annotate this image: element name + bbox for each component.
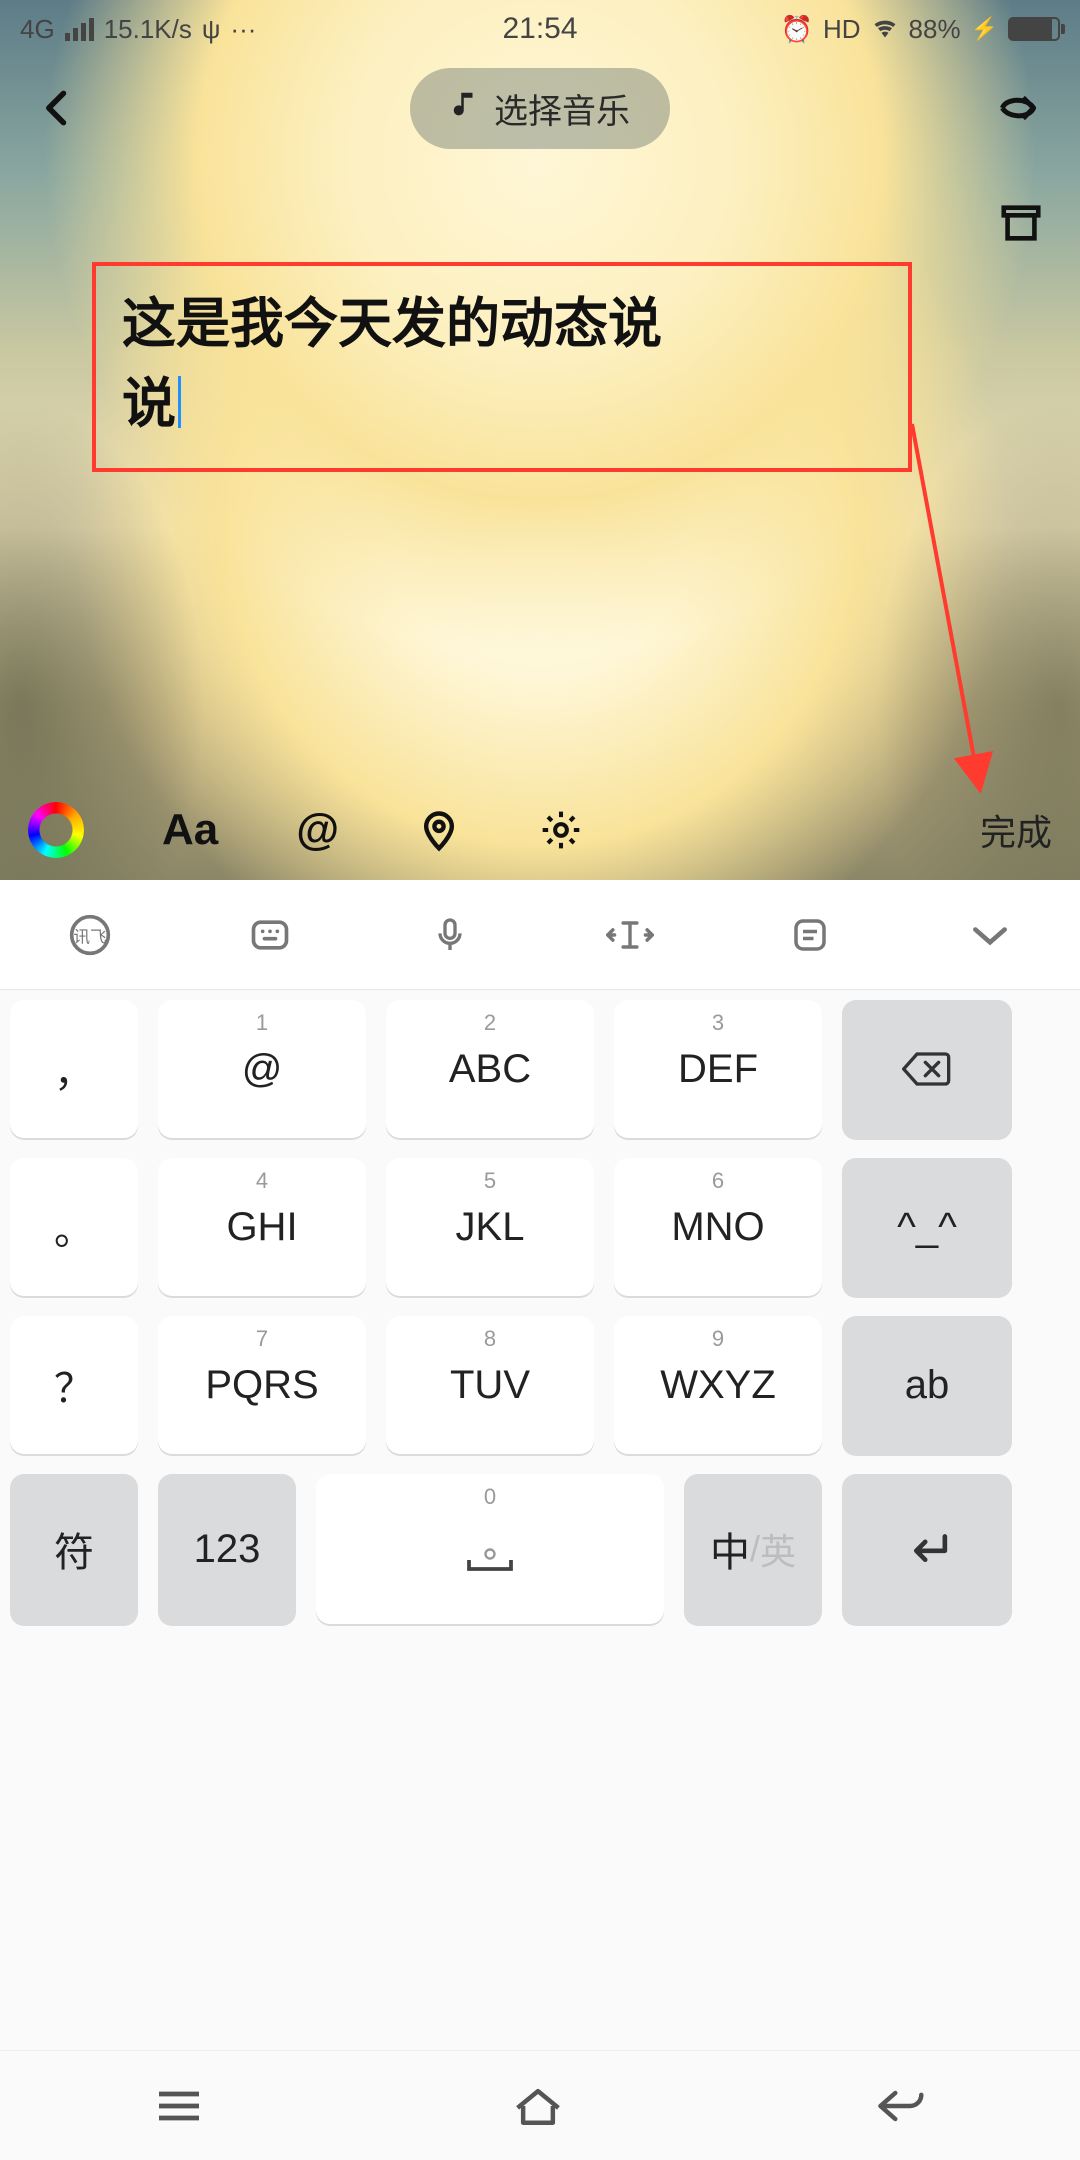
ime-keyboard: 讯飞 ， 1@ 2ABC 3DEF <box>0 880 1080 2050</box>
key-5-jkl[interactable]: 5JKL <box>386 1158 594 1296</box>
share-button[interactable] <box>994 83 1044 133</box>
post-text-input[interactable]: 这是我今天发的动态说 说 <box>92 262 912 472</box>
ime-logo-button[interactable]: 讯飞 <box>62 907 118 963</box>
collapse-keyboard-button[interactable] <box>962 907 1018 963</box>
key-8-tuv[interactable]: 8TUV <box>386 1316 594 1454</box>
post-text-line1: 这是我今天发的动态说 <box>122 284 882 364</box>
done-button[interactable]: 完成 <box>980 804 1052 856</box>
back-button[interactable] <box>36 86 80 130</box>
key-comma[interactable]: ， <box>10 1000 138 1138</box>
keyboard-layout-button[interactable] <box>242 907 298 963</box>
key-numbers[interactable]: 123 <box>158 1474 296 1624</box>
nav-recent-button[interactable] <box>155 2086 203 2126</box>
key-6-mno[interactable]: 6MNO <box>614 1158 822 1296</box>
post-text-line2: 说 <box>122 374 176 434</box>
network-type: 4G <box>20 14 55 45</box>
battery-icon <box>1008 17 1060 41</box>
post-editor: 4G 15.1K/s ψ ··· 21:54 ⏰ HD 88% ⚡ <box>0 0 1080 880</box>
color-picker-button[interactable] <box>28 802 84 858</box>
clipboard-button[interactable] <box>782 907 838 963</box>
key-symbols[interactable]: 符 <box>10 1474 138 1624</box>
nav-back-button[interactable] <box>873 2086 925 2126</box>
status-bar: 4G 15.1K/s ψ ··· 21:54 ⏰ HD 88% ⚡ <box>0 0 1080 58</box>
usb-icon: ψ <box>202 14 221 45</box>
alarm-icon: ⏰ <box>781 14 813 45</box>
key-backspace[interactable] <box>842 1000 1012 1138</box>
network-speed: 15.1K/s <box>104 14 192 45</box>
battery-percent: 88% <box>909 14 961 45</box>
editor-header: 选择音乐 <box>0 58 1080 158</box>
charging-icon: ⚡ <box>971 16 998 42</box>
font-button[interactable]: Aa <box>162 805 218 855</box>
key-9-wxyz[interactable]: 9WXYZ <box>614 1316 822 1454</box>
key-2-abc[interactable]: 2ABC <box>386 1000 594 1138</box>
keyboard-toolbar: 讯飞 <box>0 880 1080 990</box>
clock: 21:54 <box>502 12 577 46</box>
settings-button[interactable] <box>539 808 583 852</box>
nav-home-button[interactable] <box>512 2084 564 2128</box>
key-enter[interactable] <box>842 1474 1012 1624</box>
key-dot[interactable]: 。 <box>10 1158 138 1296</box>
wifi-icon <box>871 14 899 45</box>
key-language-toggle[interactable]: 中/英 <box>684 1474 822 1624</box>
location-button[interactable] <box>417 808 461 852</box>
key-space[interactable]: 0 <box>316 1474 664 1624</box>
more-icon: ··· <box>230 14 256 45</box>
mention-button[interactable]: @ <box>296 805 339 855</box>
choose-music-button[interactable]: 选择音乐 <box>410 68 670 149</box>
key-emoji[interactable]: ^_^ <box>842 1158 1012 1296</box>
key-question[interactable]: ？ <box>10 1316 138 1454</box>
editor-toolbar: Aa @ 完成 <box>0 780 1080 880</box>
key-4-ghi[interactable]: 4GHI <box>158 1158 366 1296</box>
key-1-at[interactable]: 1@ <box>158 1000 366 1138</box>
voice-input-button[interactable] <box>422 907 478 963</box>
svg-text:讯飞: 讯飞 <box>74 927 107 946</box>
archive-button[interactable] <box>998 200 1044 251</box>
key-ab[interactable]: ab <box>842 1316 1012 1454</box>
music-icon <box>450 89 480 128</box>
signal-icon <box>65 18 94 41</box>
choose-music-label: 选择音乐 <box>494 84 630 133</box>
key-7-pqrs[interactable]: 7PQRS <box>158 1316 366 1454</box>
hd-icon: HD <box>823 14 861 45</box>
key-3-def[interactable]: 3DEF <box>614 1000 822 1138</box>
text-caret <box>178 376 181 428</box>
cursor-move-button[interactable] <box>602 907 658 963</box>
system-nav-bar <box>0 2050 1080 2160</box>
